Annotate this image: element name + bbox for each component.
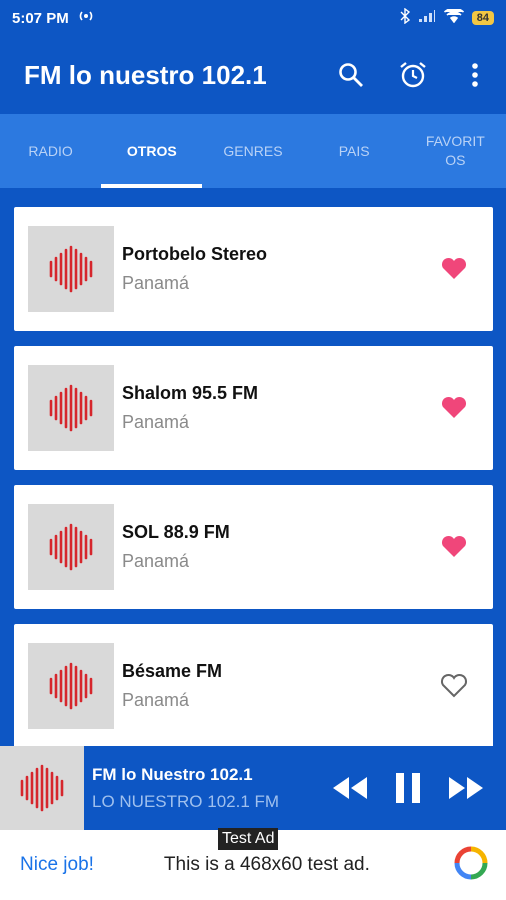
now-playing-subtitle: LO NUESTRO 102.1 FM [92,791,280,811]
wifi-icon [443,7,464,27]
rewind-button[interactable] [324,762,376,814]
search-button[interactable] [320,44,382,106]
status-bar: 5:07 PM 84 [0,0,506,36]
more-vert-icon [472,63,478,87]
station-name: SOL 88.9 FM [122,522,230,542]
station-country: Panamá [122,412,190,432]
station-card[interactable]: Shalom 95.5 FM Panamá [14,346,493,470]
waveform-icon [49,384,93,432]
station-name: Portobelo Stereo [122,244,268,264]
heart-filled-icon [439,531,469,564]
now-playing-logo [0,746,84,830]
waveform-icon [49,662,93,710]
station-logo [28,365,114,451]
station-card[interactable]: SOL 88.9 FM Panamá [14,485,493,609]
favorite-button[interactable] [419,651,489,721]
tab-radio[interactable]: RADIO [0,114,101,188]
fast-forward-icon [449,777,483,799]
battery-indicator: 84 [471,11,494,25]
alarm-button[interactable] [382,44,444,106]
tab-genres[interactable]: GENRES [202,114,303,188]
overflow-menu-button[interactable] [444,44,506,106]
station-country: Panamá [122,273,190,293]
station-country: Panamá [122,551,190,571]
alarm-clock-icon [400,62,426,88]
pause-icon [396,773,420,803]
waveform-icon [20,764,64,812]
favorite-button[interactable] [419,373,489,443]
tab-bar: RADIO OTROS GENRES PAIS FAVORIT OS [0,114,506,188]
bluetooth-icon [400,7,410,28]
station-country: Panamá [122,690,190,710]
status-time: 5:07 PM [12,9,69,27]
station-logo [28,226,114,312]
ad-banner[interactable]: Test Ad Nice job! This is a 468x60 test … [0,828,506,900]
signal-icon [418,9,436,27]
station-logo [28,504,114,590]
ad-nice-text: Nice job! [20,854,94,875]
station-card[interactable]: Portobelo Stereo Panamá [14,207,493,331]
favorite-button[interactable] [419,512,489,582]
station-name: Bésame FM [122,661,223,681]
station-list[interactable]: Portobelo Stereo Panamá Shalom 95.5 FM P… [0,188,506,746]
app-bar: FM lo nuestro 102.1 [0,36,506,114]
fast-forward-button[interactable] [440,762,492,814]
now-playing-title: FM lo Nuestro 102.1 [92,764,253,784]
station-card[interactable]: Bésame FM Panamá [14,624,493,746]
tab-pais[interactable]: PAIS [304,114,405,188]
app-title: FM lo nuestro 102.1 [24,59,267,90]
ad-brand-icon [454,846,488,885]
waveform-icon [49,523,93,571]
heart-outline-icon [439,670,469,703]
heart-filled-icon [439,392,469,425]
mini-player[interactable]: FM lo Nuestro 102.1 LO NUESTRO 102.1 FM [0,746,506,830]
station-name: Shalom 95.5 FM [122,383,259,403]
ad-label: Test Ad [218,828,279,850]
waveform-icon [49,245,93,293]
rewind-icon [333,777,367,799]
tab-favoritos[interactable]: FAVORIT OS [405,114,506,188]
hotspot-icon [77,9,95,27]
favorite-button[interactable] [419,234,489,304]
heart-filled-icon [439,253,469,286]
station-logo [28,643,114,729]
pause-button[interactable] [382,762,434,814]
search-icon [339,63,363,87]
ad-text: This is a 468x60 test ad. [163,854,370,875]
tab-otros[interactable]: OTROS [101,114,203,188]
